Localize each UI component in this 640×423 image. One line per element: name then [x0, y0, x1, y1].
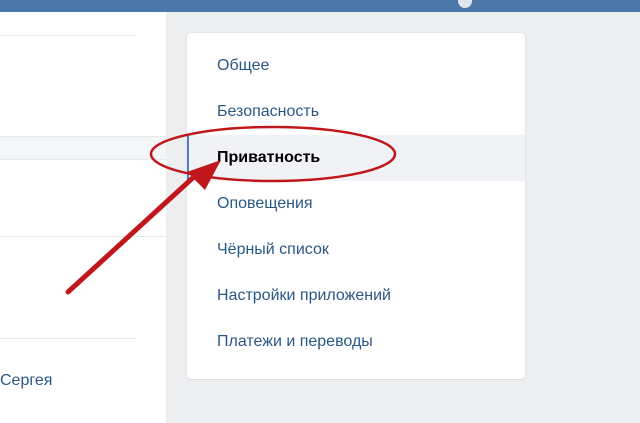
- header-avatar-icon[interactable]: [458, 0, 472, 8]
- menu-item-payments[interactable]: Платежи и переводы: [187, 319, 525, 365]
- menu-item-app-settings[interactable]: Настройки приложений: [187, 273, 525, 319]
- top-header-bar: [0, 0, 640, 12]
- divider: [0, 338, 136, 339]
- menu-item-blacklist[interactable]: Чёрный список: [187, 227, 525, 273]
- partial-friend-name-link[interactable]: Сергея: [0, 372, 52, 390]
- left-content-panel: Сергея: [0, 12, 166, 423]
- menu-item-general[interactable]: Общее: [187, 43, 525, 89]
- section-separator: [0, 136, 166, 160]
- menu-item-security[interactable]: Безопасность: [187, 89, 525, 135]
- divider: [0, 35, 136, 36]
- menu-item-privacy[interactable]: Приватность: [187, 135, 525, 181]
- settings-menu: Общее Безопасность Приватность Оповещени…: [187, 33, 525, 379]
- divider: [0, 236, 166, 237]
- menu-item-notifications[interactable]: Оповещения: [187, 181, 525, 227]
